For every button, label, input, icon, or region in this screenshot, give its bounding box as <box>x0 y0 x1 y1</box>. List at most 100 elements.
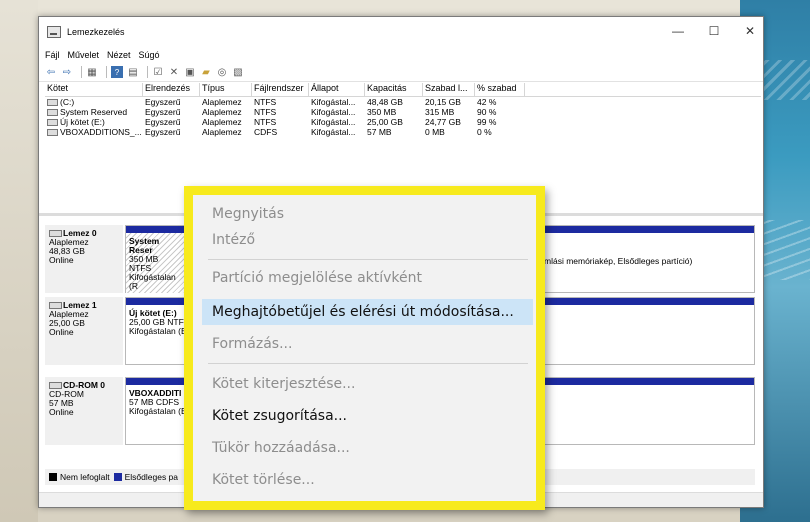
partition-block[interactable]: System Reser 350 MB NTFS Kifogástalan (R <box>125 225 185 293</box>
volume-name: Új kötet (E:) <box>60 117 105 127</box>
properties-icon[interactable]: ▣ <box>184 66 196 78</box>
legend-swatch <box>113 473 122 481</box>
partition-detail: 350 MB NTFS <box>129 254 159 273</box>
legend-swatch <box>49 473 57 481</box>
disk-label[interactable]: CD-ROM 0 CD-ROM 57 MB Online <box>45 377 123 445</box>
check-icon[interactable]: ☑ <box>152 66 164 78</box>
table-cell: Kifogástal... <box>311 107 356 117</box>
table-cell: Kifogástal... <box>311 117 356 127</box>
column-header[interactable]: Típus <box>200 83 252 96</box>
volume-list-header: Kötet Elrendezés Típus Fájlrendszer Álla… <box>45 83 761 97</box>
legend-label: Elsődleges pa <box>124 472 179 482</box>
disk-status: Online <box>49 327 74 337</box>
table-cell: NTFS <box>254 117 277 127</box>
partition-name: System Reser <box>129 236 160 255</box>
menu-file[interactable]: Fájl <box>45 50 60 60</box>
menu-item-add-mirror[interactable]: Tükör hozzáadása... <box>202 435 533 461</box>
close-button[interactable]: ✕ <box>741 23 759 39</box>
menu-item-shrink-volume[interactable]: Kötet zsugorítása... <box>202 403 533 429</box>
table-cell: Egyszerű <box>145 127 181 137</box>
menu-item-change-drive-letter[interactable]: Meghajtóbetűjel és elérési út módosítása… <box>202 299 533 325</box>
disk-management-icon <box>47 26 61 38</box>
search-icon[interactable]: ◎ <box>216 66 228 78</box>
menu-action[interactable]: Művelet <box>68 50 100 60</box>
table-row[interactable]: (C:) Egyszerű Alaplemez NTFS Kifogástal.… <box>45 97 761 107</box>
menu-bar: Fájl Művelet Nézet Súgó <box>39 47 763 63</box>
table-cell: 315 MB <box>425 107 455 117</box>
table-row[interactable]: VBOXADDITIONS_... Egyszerű Alaplemez CDF… <box>45 127 761 137</box>
disk-label[interactable]: Lemez 0 Alaplemez 48,83 GB Online <box>45 225 123 293</box>
cd-drive-icon <box>47 129 58 137</box>
console-tree-icon[interactable]: ▦ <box>86 66 98 78</box>
table-cell: Egyszerű <box>145 107 181 117</box>
drive-icon <box>47 99 58 107</box>
table-cell: Egyszerű <box>145 97 181 107</box>
desktop-background <box>0 0 38 522</box>
table-cell: Alaplemez <box>202 97 242 107</box>
menu-separator <box>208 363 528 364</box>
maximize-button[interactable]: ☐ <box>705 23 723 39</box>
column-header[interactable]: Kapacitás <box>365 83 423 96</box>
table-cell: 90 % <box>477 107 497 117</box>
volume-name: (C:) <box>60 97 75 107</box>
disk-status: Online <box>49 255 74 265</box>
menu-item-mark-active[interactable]: Partíció megjelölése aktívként <box>202 265 533 291</box>
table-cell: 24,77 GB <box>425 117 461 127</box>
menu-item-delete-volume[interactable]: Kötet törlése... <box>202 467 533 493</box>
table-row[interactable]: Új kötet (E:) Egyszerű Alaplemez NTFS Ki… <box>45 117 761 127</box>
column-header[interactable]: Fájlrendszer <box>252 83 309 96</box>
table-cell: NTFS <box>254 97 277 107</box>
table-cell: Kifogástal... <box>311 97 356 107</box>
drive-icon <box>47 109 58 117</box>
menu-item-format[interactable]: Formázás... <box>202 331 533 357</box>
table-cell: 42 % <box>477 97 497 107</box>
view-icon[interactable]: ▤ <box>127 66 139 78</box>
table-cell: 57 MB <box>367 127 392 137</box>
volume-name: System Reserved <box>60 107 128 117</box>
settings-icon[interactable]: ▧ <box>232 66 244 78</box>
delete-icon[interactable]: ✕ <box>168 66 180 78</box>
table-cell: 350 MB <box>367 107 397 117</box>
toolbar-divider <box>81 66 82 78</box>
back-arrow-icon[interactable]: ⇦ <box>45 66 57 78</box>
table-cell: Alaplemez <box>202 107 242 117</box>
table-cell: Kifogástal... <box>311 127 356 137</box>
legend-label: Nem lefoglalt <box>60 472 110 482</box>
table-cell: Alaplemez <box>202 127 242 137</box>
disk-status: Online <box>49 407 74 417</box>
table-cell: CDFS <box>254 127 278 137</box>
table-row[interactable]: System Reserved Egyszerű Alaplemez NTFS … <box>45 107 761 117</box>
column-header[interactable]: Állapot <box>309 83 365 96</box>
column-header[interactable]: Szabad l... <box>423 83 475 96</box>
menu-help[interactable]: Súgó <box>139 50 160 60</box>
partition-state: Kifogástalan (R <box>129 272 176 291</box>
toolbar: ⇦ ⇨ ▦ ? ▤ ☑ ✕ ▣ ▰ ◎ ▧ <box>39 63 763 82</box>
table-cell: Egyszerű <box>145 117 181 127</box>
minimize-button[interactable]: — <box>669 23 687 39</box>
menu-item-explore[interactable]: Intéző <box>202 227 533 253</box>
toolbar-divider <box>106 66 107 78</box>
help-icon[interactable]: ? <box>111 66 123 78</box>
menu-view[interactable]: Nézet <box>107 50 131 60</box>
volume-list: Kötet Elrendezés Típus Fájlrendszer Álla… <box>45 83 761 137</box>
table-cell: 20,15 GB <box>425 97 461 107</box>
toolbar-divider <box>147 66 148 78</box>
menu-item-extend-volume[interactable]: Kötet kiterjesztése... <box>202 371 533 397</box>
title-bar[interactable]: Lemezkezelés — ☐ ✕ <box>39 17 763 47</box>
context-menu: Megnyitás Intéző Partíció megjelölése ak… <box>184 186 545 510</box>
table-cell: Alaplemez <box>202 117 242 127</box>
drive-icon <box>47 119 58 127</box>
column-header[interactable]: Elrendezés <box>143 83 200 96</box>
window-title: Lemezkezelés <box>67 27 125 37</box>
table-cell: 0 MB <box>425 127 445 137</box>
table-cell: NTFS <box>254 107 277 117</box>
disk-label[interactable]: Lemez 1 Alaplemez 25,00 GB Online <box>45 297 123 365</box>
forward-arrow-icon[interactable]: ⇨ <box>61 66 73 78</box>
column-header[interactable]: % szabad <box>475 83 525 96</box>
menu-separator <box>208 259 528 260</box>
table-cell: 48,48 GB <box>367 97 403 107</box>
menu-item-open[interactable]: Megnyitás <box>202 201 533 227</box>
table-cell: 99 % <box>477 117 497 127</box>
open-folder-icon[interactable]: ▰ <box>200 66 212 78</box>
column-header[interactable]: Kötet <box>45 83 143 96</box>
